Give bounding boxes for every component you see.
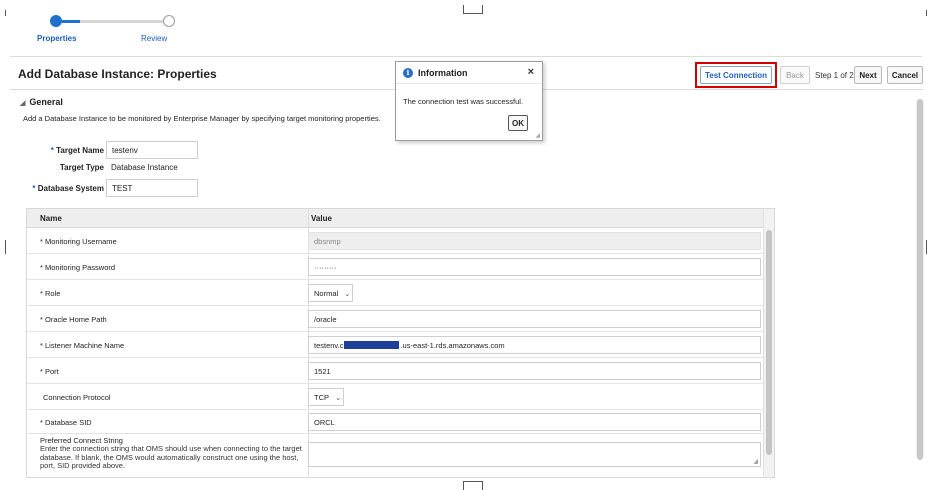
preferred-connect-string-help: Enter the connection string that OMS sho… xyxy=(40,444,302,471)
row-label-connection-protocol: Connection Protocol xyxy=(43,393,111,402)
train-connector xyxy=(62,20,164,23)
cancel-button[interactable]: Cancel xyxy=(887,66,923,84)
table-row: * Role Normal ⌄ xyxy=(27,280,765,306)
bottom-resize-handle[interactable] xyxy=(463,481,483,490)
table-row: * Monitoring Username dbsnmp xyxy=(27,228,765,254)
row-label-monitoring-username: * Monitoring Username xyxy=(40,237,117,246)
left-edge-marker-mid xyxy=(5,240,6,254)
close-icon[interactable]: × xyxy=(528,66,534,78)
database-system-input[interactable]: TEST xyxy=(106,179,198,197)
dialog-message: The connection test was successful. xyxy=(403,97,524,106)
preferred-connect-string-input[interactable]: ◢ xyxy=(308,442,761,467)
table-row: * Oracle Home Path /oracle xyxy=(27,306,765,332)
target-name-input[interactable]: testenv xyxy=(106,141,198,159)
chevron-down-icon: ⌄ xyxy=(335,393,342,402)
target-type-label: Target Type xyxy=(59,163,104,172)
table-scrollbar-thumb[interactable] xyxy=(766,230,772,455)
table-row: Preferred Connect String Enter the conne… xyxy=(27,434,765,477)
table-scrollbar[interactable] xyxy=(763,209,774,477)
chevron-down-icon: ⌄ xyxy=(344,289,351,298)
train-stop-properties[interactable] xyxy=(50,15,62,27)
table-row: * Monitoring Password ········· xyxy=(27,254,765,280)
column-header-name[interactable]: Name xyxy=(40,214,62,223)
information-dialog: i Information × The connection test was … xyxy=(395,61,543,141)
page-title: Add Database Instance: Properties xyxy=(18,67,217,81)
required-marker: * xyxy=(50,146,54,155)
wizard-train: Properties Review xyxy=(20,12,240,46)
properties-table: Name Value * Monitoring Username dbsnmp … xyxy=(26,208,775,478)
section-title: General xyxy=(29,97,63,107)
resize-grip-icon[interactable]: ◢ xyxy=(535,132,540,139)
dialog-title: Information xyxy=(418,68,468,78)
role-select[interactable]: Normal ⌄ xyxy=(308,284,353,302)
target-name-label: * Target Name xyxy=(50,146,104,155)
port-input[interactable]: 1521 xyxy=(308,362,761,380)
ok-button[interactable]: OK xyxy=(508,115,528,131)
monitoring-username-input: dbsnmp xyxy=(308,232,761,250)
right-edge-marker-top xyxy=(926,10,927,16)
row-label-database-sid: * Database SID xyxy=(40,418,92,427)
info-icon: i xyxy=(403,68,413,78)
train-label-properties[interactable]: Properties xyxy=(37,34,77,43)
table-row: * Listener Machine Name testenv.c .us-eas… xyxy=(27,332,765,358)
listener-machine-name-input[interactable]: testenv.c .us-east-1.rds.amazonaws.com xyxy=(308,336,761,354)
test-connection-button[interactable]: Test Connection xyxy=(700,66,772,84)
row-label-role: * Role xyxy=(40,289,61,298)
connection-protocol-select[interactable]: TCP ⌄ xyxy=(308,388,344,406)
database-sid-input[interactable]: ORCL xyxy=(308,413,761,431)
next-button[interactable]: Next xyxy=(854,66,882,84)
table-row: * Database SID ORCL xyxy=(27,410,765,434)
oracle-home-path-input[interactable]: /oracle xyxy=(308,310,761,328)
required-marker: * xyxy=(32,184,36,193)
right-edge-marker-mid xyxy=(926,240,927,254)
train-stop-review[interactable] xyxy=(163,15,175,27)
target-type-value: Database Instance xyxy=(111,163,178,172)
section-description: Add a Database Instance to be monitored … xyxy=(23,114,381,123)
monitoring-password-input[interactable]: ········· xyxy=(308,258,761,276)
database-system-label: * Database System xyxy=(32,184,104,193)
section-general-header[interactable]: ◢ General xyxy=(20,97,63,107)
page-scrollbar-thumb[interactable] xyxy=(917,99,923,460)
page-scrollbar[interactable] xyxy=(916,99,924,460)
train-label-review[interactable]: Review xyxy=(141,34,167,43)
table-row: Connection Protocol TCP ⌄ xyxy=(27,384,765,410)
row-label-oracle-home-path: * Oracle Home Path xyxy=(40,315,107,324)
back-button[interactable]: Back xyxy=(780,66,810,84)
redaction-block xyxy=(344,341,400,349)
table-row: * Port 1521 xyxy=(27,358,765,384)
dialog-titlebar[interactable]: i Information × xyxy=(396,62,542,84)
column-header-value[interactable]: Value xyxy=(311,214,332,223)
divider xyxy=(10,56,922,57)
step-indicator: Step 1 of 2 xyxy=(815,71,854,80)
collapse-triangle-icon[interactable]: ◢ xyxy=(20,99,25,107)
row-label-port: * Port xyxy=(40,367,59,376)
row-label-monitoring-password: * Monitoring Password xyxy=(40,263,116,272)
row-label-listener-machine-name: * Listener Machine Name xyxy=(40,341,125,350)
top-resize-handle[interactable] xyxy=(463,5,483,14)
resize-grip-icon[interactable]: ◢ xyxy=(753,458,758,465)
table-header: Name Value xyxy=(27,209,765,228)
left-edge-marker-top xyxy=(5,10,6,16)
